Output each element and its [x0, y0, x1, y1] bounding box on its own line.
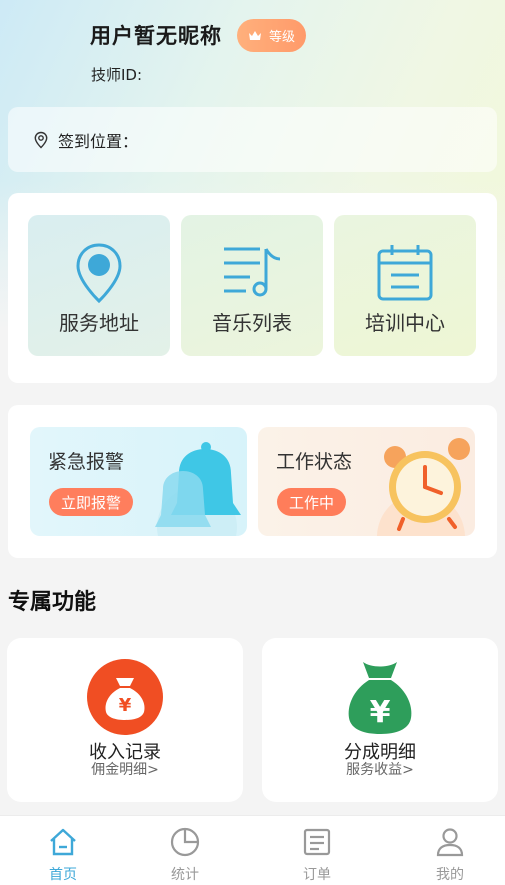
home-icon	[50, 828, 76, 856]
tab-orders[interactable]: 订单	[254, 816, 380, 885]
tab-statistics[interactable]: 统计	[122, 816, 248, 885]
feature-subtitle[interactable]: 服务收益>	[262, 759, 498, 779]
user-icon	[436, 828, 464, 857]
quick-link-training-center[interactable]: 培训中心	[334, 215, 476, 356]
actions-panel: 紧急报警 立即报警 工作状态 工作中	[8, 405, 497, 558]
feature-split-details[interactable]: ¥ 分成明细 服务收益>	[262, 638, 498, 802]
crown-icon	[249, 30, 261, 40]
feature-subtitle[interactable]: 佣金明细>	[7, 759, 243, 779]
alarm-button[interactable]: 立即报警	[49, 488, 134, 516]
alarm-clock-icon	[377, 438, 470, 536]
tab-label: 订单	[303, 867, 331, 883]
quick-link-label: 服务地址	[59, 311, 139, 335]
alarm-title: 紧急报警	[48, 451, 125, 473]
yuan-bag-icon: ¥	[348, 662, 412, 734]
quick-link-label: 培训中心	[365, 311, 445, 335]
level-badge[interactable]: 等级	[237, 19, 306, 52]
pie-chart-icon	[170, 827, 200, 857]
svg-text:¥: ¥	[370, 695, 391, 730]
calendar-icon	[377, 245, 433, 301]
work-status-card[interactable]: 工作状态 工作中	[258, 427, 475, 536]
checkin-location-card[interactable]: 签到位置：	[8, 107, 497, 172]
section-title: 专属功能	[8, 590, 97, 615]
level-badge-label: 等级	[269, 30, 296, 45]
checkin-location-label: 签到位置：	[58, 131, 139, 151]
profile-nickname: 用户暂无昵称	[90, 24, 222, 48]
tech-id-label: 技师ID:	[91, 66, 143, 84]
emergency-alarm-card[interactable]: 紧急报警 立即报警	[30, 427, 247, 536]
quick-link-label: 音乐列表	[212, 311, 292, 335]
tab-label: 首页	[49, 867, 77, 883]
order-list-icon	[303, 828, 331, 856]
music-list-icon	[224, 247, 281, 297]
tab-label: 统计	[171, 867, 199, 883]
svg-text:¥: ¥	[119, 695, 132, 716]
money-bag-icon: ¥	[87, 659, 163, 735]
status-button[interactable]: 工作中	[277, 488, 347, 516]
bell-icon	[155, 442, 241, 536]
status-title: 工作状态	[276, 451, 353, 473]
feature-income-records[interactable]: ¥ 收入记录 佣金明细>	[7, 638, 243, 802]
quick-link-music-list[interactable]: 音乐列表	[181, 215, 323, 356]
location-icon	[34, 131, 48, 148]
tab-mine[interactable]: 我的	[387, 816, 505, 885]
tab-home[interactable]: 首页	[0, 816, 126, 885]
quick-link-service-address[interactable]: 服务地址	[28, 215, 170, 356]
bottom-tab-bar: 首页 统计 订单 我的	[0, 815, 505, 885]
tab-label: 我的	[436, 867, 464, 883]
location-pin-icon	[76, 243, 122, 304]
quick-links-panel: 服务地址 音乐列表 培训中心	[8, 193, 497, 383]
